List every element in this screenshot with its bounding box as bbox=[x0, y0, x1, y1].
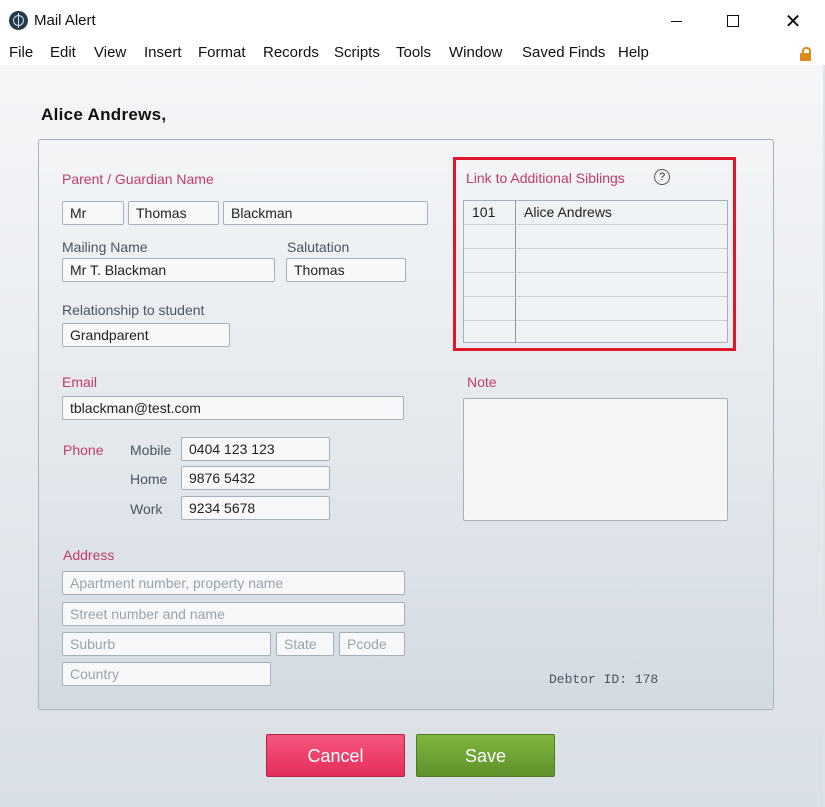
sibling-name-cell[interactable] bbox=[517, 249, 727, 272]
guardian-name-label: Parent / Guardian Name bbox=[62, 171, 214, 187]
work-phone-field[interactable]: 9234 5678 bbox=[181, 496, 330, 520]
record-heading: Alice Andrews, bbox=[41, 105, 167, 124]
siblings-portal: 101 Alice Andrews bbox=[463, 200, 728, 343]
debtor-id-text: Debtor ID: 178 bbox=[549, 672, 659, 687]
relationship-field[interactable]: Grandparent bbox=[62, 323, 230, 347]
menu-tools[interactable]: Tools bbox=[396, 44, 431, 61]
sibling-id-cell[interactable] bbox=[464, 273, 516, 296]
sibling-name-cell[interactable] bbox=[517, 273, 727, 296]
menu-saved-finds[interactable]: Saved Finds bbox=[522, 44, 605, 61]
mobile-field[interactable]: 0404 123 123 bbox=[181, 437, 330, 461]
note-label: Note bbox=[467, 374, 497, 390]
home-label: Home bbox=[130, 471, 168, 487]
minimize-button[interactable] bbox=[653, 6, 699, 36]
sibling-name-cell[interactable] bbox=[517, 225, 727, 248]
menu-help[interactable]: Help bbox=[618, 44, 649, 61]
mobile-label: Mobile bbox=[130, 442, 172, 458]
mail-alert-window: Mail Alert ✕ File Edit View Insert Forma… bbox=[0, 0, 825, 807]
menu-insert[interactable]: Insert bbox=[144, 44, 182, 61]
menu-window[interactable]: Window bbox=[449, 44, 502, 61]
save-button[interactable]: Save bbox=[416, 734, 555, 777]
suburb-field[interactable]: Suburb bbox=[62, 632, 271, 656]
mailing-name-field[interactable]: Mr T. Blackman bbox=[62, 258, 275, 282]
note-field[interactable] bbox=[463, 398, 728, 521]
sibling-id-cell[interactable] bbox=[464, 225, 516, 248]
email-label: Email bbox=[62, 374, 98, 390]
menu-format[interactable]: Format bbox=[198, 44, 246, 61]
portal-row[interactable] bbox=[464, 273, 727, 297]
mailing-name-label: Mailing Name bbox=[62, 239, 148, 255]
close-button[interactable]: ✕ bbox=[770, 6, 816, 36]
phone-label: Phone bbox=[63, 442, 104, 458]
layout-content: Alice Andrews, Parent / Guardian Name Mr… bbox=[0, 65, 825, 807]
portal-row[interactable]: 101 Alice Andrews bbox=[464, 201, 727, 225]
menu-edit[interactable]: Edit bbox=[50, 44, 76, 61]
menu-scripts[interactable]: Scripts bbox=[334, 44, 380, 61]
portal-row[interactable] bbox=[464, 249, 727, 273]
portal-row[interactable] bbox=[464, 297, 727, 321]
title-bar: Mail Alert ✕ bbox=[0, 0, 825, 42]
sibling-id-cell[interactable]: 101 bbox=[464, 201, 516, 224]
portal-row[interactable] bbox=[464, 225, 727, 249]
work-label: Work bbox=[130, 501, 163, 517]
sibling-id-cell[interactable] bbox=[464, 297, 516, 320]
guardian-last-name-field[interactable]: Blackman bbox=[223, 201, 428, 225]
help-circle-icon[interactable]: ? bbox=[654, 169, 670, 185]
sibling-name-cell[interactable]: Alice Andrews bbox=[517, 201, 727, 224]
menu-bar: File Edit View Insert Format Records Scr… bbox=[0, 42, 825, 65]
salutation-field[interactable]: Thomas bbox=[286, 258, 406, 282]
salutation-label: Salutation bbox=[287, 239, 350, 255]
app-globe-icon bbox=[9, 11, 28, 30]
relationship-label: Relationship to student bbox=[62, 302, 205, 318]
home-phone-field[interactable]: 9876 5432 bbox=[181, 466, 330, 490]
menu-view[interactable]: View bbox=[94, 44, 126, 61]
address-label: Address bbox=[63, 547, 115, 563]
guardian-first-name-field[interactable]: Thomas bbox=[128, 201, 219, 225]
email-field[interactable]: tblackman@test.com bbox=[62, 396, 404, 420]
portal-row[interactable] bbox=[464, 320, 727, 343]
sibling-id-cell[interactable] bbox=[464, 320, 516, 343]
sibling-name-cell[interactable] bbox=[517, 297, 727, 320]
address-line2-field[interactable]: Street number and name bbox=[62, 602, 405, 626]
postcode-field[interactable]: Pcode bbox=[339, 632, 405, 656]
lock-icon[interactable] bbox=[800, 47, 811, 61]
sibling-name-cell[interactable] bbox=[517, 320, 727, 343]
cancel-button[interactable]: Cancel bbox=[266, 734, 405, 777]
guardian-title-field[interactable]: Mr bbox=[62, 201, 124, 225]
sibling-id-cell[interactable] bbox=[464, 249, 516, 272]
address-line1-field[interactable]: Apartment number, property name bbox=[62, 571, 405, 595]
window-title: Mail Alert bbox=[34, 12, 96, 29]
country-field[interactable]: Country bbox=[62, 662, 271, 686]
siblings-label: Link to Additional Siblings bbox=[466, 170, 625, 186]
state-field[interactable]: State bbox=[276, 632, 334, 656]
menu-file[interactable]: File bbox=[9, 44, 33, 61]
maximize-button[interactable] bbox=[710, 6, 756, 36]
menu-records[interactable]: Records bbox=[263, 44, 319, 61]
